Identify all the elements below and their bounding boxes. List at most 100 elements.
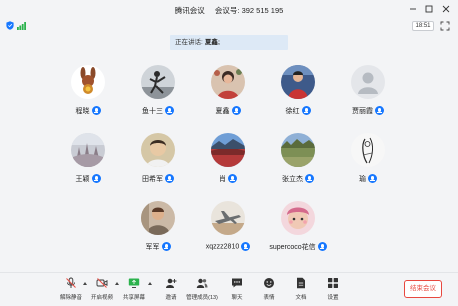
microphone-icon: [91, 106, 101, 116]
docs-label: 文档: [295, 295, 307, 301]
avatar: [281, 201, 315, 235]
members-icon: [196, 278, 208, 288]
participant-name-row: 田希军: [123, 170, 193, 184]
microphone-icon: [91, 174, 101, 184]
participant-name: supercoco花信: [269, 243, 316, 251]
minimize-icon[interactable]: [407, 3, 419, 15]
participant-tile[interactable]: 肖: [193, 133, 263, 187]
participant-name: 瑜: [359, 175, 366, 183]
settings-button[interactable]: 设置: [317, 277, 349, 305]
fullscreen-icon[interactable]: [440, 21, 450, 31]
microphone-icon: [305, 174, 314, 184]
maximize-icon[interactable]: [423, 3, 435, 15]
share-screen-label: 共享屏幕: [122, 295, 145, 301]
participant-name-row: 夏鑫: [193, 102, 263, 116]
participant-name: 徐红: [285, 107, 300, 115]
participant-name-row: 军军: [123, 238, 193, 252]
microphone-icon: [375, 106, 384, 116]
end-meeting-button[interactable]: 结束会议: [404, 280, 442, 298]
invite-label: 邀请: [165, 295, 177, 301]
speaking-banner: 正在讲话: 夏鑫;: [170, 35, 288, 50]
smiley-icon: [264, 278, 274, 288]
app-name: 腾讯会议: [174, 6, 205, 15]
microphone-icon: [161, 242, 171, 252]
participant-tile[interactable]: 鱼十三: [123, 65, 193, 119]
participant-tile[interactable]: 田希军: [123, 133, 193, 187]
mute-label: 解除静音: [59, 295, 82, 301]
avatar: [281, 65, 315, 99]
participant-name-row: 鱼十三: [123, 102, 193, 116]
participant-tile[interactable]: 张立杰: [263, 133, 333, 187]
participant-name-row: 徐红: [263, 102, 333, 116]
chat-icon: [232, 278, 242, 288]
participant-tile[interactable]: 徐红: [263, 65, 333, 119]
shield-icon[interactable]: [6, 21, 14, 30]
network-signal-icon[interactable]: [17, 22, 26, 30]
participant-name: 肖: [219, 175, 226, 183]
participant-name: 夏鑫: [215, 107, 230, 115]
settings-label: 设置: [327, 295, 339, 301]
status-row: 18:51: [0, 20, 458, 32]
share-screen-button[interactable]: 共享屏幕: [118, 277, 150, 305]
avatar: [71, 65, 105, 99]
participant-tile[interactable]: 程晓: [53, 65, 123, 119]
avatar: [211, 201, 245, 235]
participant-tile[interactable]: supercoco花信: [263, 201, 333, 255]
participant-name-row: 王颖: [53, 170, 123, 184]
speaking-label: 正在讲话:: [175, 39, 203, 46]
title-bar: 腾讯会议 会议号: 392 515 195: [0, 0, 458, 20]
avatar: [211, 133, 245, 167]
avatar: [141, 133, 175, 167]
participant-name-row: 肖: [193, 170, 263, 184]
participant-name-row: 程晓: [53, 102, 123, 116]
participant-name: 鱼十三: [142, 107, 163, 115]
microphone-icon: [165, 174, 174, 184]
microphone-icon: [231, 106, 241, 116]
avatar: [71, 133, 105, 167]
avatar: [141, 201, 175, 235]
document-icon: [297, 277, 305, 289]
participant-tile[interactable]: 军军: [123, 201, 193, 255]
participant-name: 贾丽霞: [352, 107, 373, 115]
microphone-icon: [241, 242, 251, 252]
meeting-clock: 18:51: [412, 21, 434, 31]
participant-name-row: supercoco花信: [263, 238, 333, 252]
speaking-name: 夏鑫;: [204, 39, 220, 46]
chat-label: 聊天: [231, 295, 243, 301]
microphone-icon: [368, 174, 377, 184]
participant-name: xqzzz2810: [205, 243, 240, 251]
reactions-button[interactable]: 表情: [253, 277, 285, 305]
participant-tile[interactable]: 贾丽霞: [333, 65, 403, 119]
meeting-id-label: 会议号:: [214, 6, 240, 15]
participant-tile[interactable]: 王颖: [53, 133, 123, 187]
meeting-id[interactable]: 392 515 195: [242, 6, 284, 15]
participant-tile[interactable]: xqzzz2810: [193, 201, 263, 255]
participant-name: 程晓: [75, 107, 90, 115]
share-options-caret-icon[interactable]: [148, 282, 152, 285]
settings-grid-icon: [328, 278, 338, 288]
chat-button[interactable]: 聊天: [221, 277, 253, 305]
participant-name-row: 贾丽霞: [333, 102, 403, 116]
microphone-icon: [165, 106, 174, 116]
microphone-muted-icon: [66, 277, 76, 288]
participant-name-row: 张立杰: [263, 170, 333, 184]
participant-name: 田希军: [142, 175, 163, 183]
avatar: [141, 65, 175, 99]
participant-name: 张立杰: [282, 175, 303, 183]
share-screen-icon: [128, 278, 140, 288]
close-icon[interactable]: [440, 3, 452, 15]
meeting-toolbar: 解除静音 开启视频 共享屏幕 邀请 管理成员(13) 聊天 表情 文档 设置: [0, 272, 458, 306]
microphone-icon: [317, 242, 327, 252]
microphone-icon: [228, 174, 237, 184]
avatar: [351, 133, 385, 167]
docs-button[interactable]: 文档: [285, 277, 317, 305]
video-label: 开启视频: [90, 295, 113, 301]
participant-tile[interactable]: 夏鑫: [193, 65, 263, 119]
invite-button[interactable]: 邀请: [155, 277, 187, 305]
participant-tile[interactable]: 瑜: [333, 133, 403, 187]
manage-members-button[interactable]: 管理成员(13): [186, 277, 218, 305]
meeting-window: 腾讯会议 会议号: 392 515 195 18:51 正在讲话: 夏鑫; 程晓…: [0, 0, 458, 306]
add-user-icon: [166, 278, 177, 288]
participant-name-row: xqzzz2810: [193, 238, 263, 252]
video-button[interactable]: 开启视频: [86, 277, 118, 305]
